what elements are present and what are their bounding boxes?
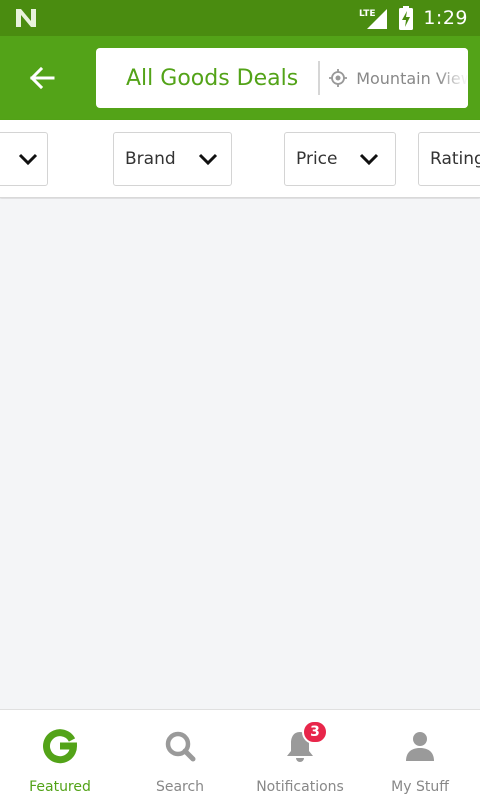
filter-chip-label: Rating <box>430 149 480 169</box>
status-bar: LTE 1:29 <box>0 0 480 36</box>
deals-content-area <box>0 199 480 709</box>
search-bar[interactable]: All Goods Deals Mountain View <box>96 48 468 108</box>
status-icons: LTE 1:29 <box>359 0 468 36</box>
filter-bar: Brand Price Rating <box>0 120 480 198</box>
search-query[interactable]: All Goods Deals <box>126 66 298 91</box>
location-fade <box>438 48 468 108</box>
nav-label: Search <box>155 779 205 795</box>
location-target-icon[interactable] <box>328 68 348 88</box>
nav-my-stuff[interactable]: My Stuff <box>360 710 480 800</box>
chevron-down-icon <box>360 153 379 166</box>
bottom-nav: Featured Search Notifications My Stuff <box>0 709 480 800</box>
search-divider <box>318 61 321 95</box>
filter-chip-label: Brand <box>125 149 176 169</box>
person-icon <box>402 728 438 764</box>
notification-n-icon <box>16 9 36 27</box>
nav-label: Notifications <box>256 779 344 795</box>
lte-signal-icon: LTE <box>359 9 388 29</box>
groupon-g-icon <box>42 728 78 764</box>
filter-chip-price[interactable]: Price <box>284 132 396 186</box>
filter-chip-label: Price <box>296 149 338 169</box>
filter-chip-brand[interactable]: Brand <box>113 132 232 186</box>
nav-featured[interactable]: Featured <box>0 710 120 800</box>
notification-badge: 3 <box>302 720 328 744</box>
filter-chip-partial[interactable] <box>0 132 48 186</box>
nav-label: My Stuff <box>391 779 449 795</box>
arrow-left-icon <box>29 66 55 90</box>
clock-time: 1:29 <box>423 7 468 29</box>
battery-charging-icon <box>399 6 414 30</box>
nav-label: Featured <box>29 779 91 795</box>
chevron-down-icon <box>18 153 38 166</box>
nav-notifications[interactable]: Notifications <box>240 710 360 800</box>
chevron-down-icon <box>198 153 217 166</box>
back-button[interactable] <box>22 60 62 96</box>
app-bar: All Goods Deals Mountain View <box>0 36 480 120</box>
nav-search[interactable]: Search <box>120 710 240 800</box>
filter-chip-rating[interactable]: Rating <box>418 132 480 186</box>
search-icon <box>162 728 198 764</box>
svg-text:LTE: LTE <box>359 9 376 19</box>
